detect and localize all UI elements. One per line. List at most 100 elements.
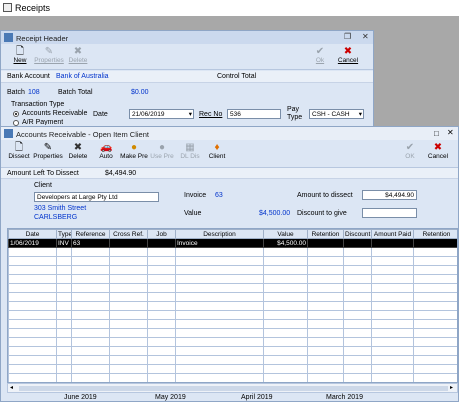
table-cell[interactable] [263, 301, 308, 311]
table-cell[interactable] [147, 364, 176, 374]
table-cell[interactable] [109, 274, 148, 284]
table-cell[interactable] [371, 346, 414, 356]
client-field[interactable]: Developers at Large Pty Ltd [34, 192, 159, 202]
chevron-down-icon[interactable]: ▾ [359, 110, 362, 119]
table-cell[interactable] [109, 301, 148, 311]
table-cell[interactable] [56, 328, 72, 338]
horizontal-scrollbar[interactable]: ◂ ▸ [7, 383, 458, 393]
table-cell[interactable] [307, 337, 344, 347]
table-cell[interactable] [263, 346, 308, 356]
table-cell[interactable] [175, 373, 264, 382]
table-cell[interactable] [8, 319, 57, 329]
table-cell[interactable] [8, 301, 57, 311]
table-cell[interactable] [307, 364, 344, 374]
table-cell[interactable] [71, 319, 110, 329]
date-field[interactable]: 21/06/2019 ▾ [129, 109, 194, 119]
delete-button[interactable]: ✖ Delete [65, 142, 91, 160]
table-row[interactable] [8, 265, 457, 275]
table-cell[interactable] [371, 373, 414, 382]
table-cell[interactable] [371, 274, 414, 284]
table-cell[interactable] [307, 346, 344, 356]
table-cell[interactable] [263, 292, 308, 302]
table-cell[interactable] [371, 265, 414, 275]
table-cell[interactable] [307, 238, 344, 248]
table-cell[interactable] [175, 355, 264, 365]
table-cell[interactable] [307, 247, 344, 257]
ok-button[interactable]: ✔ Ok [307, 46, 333, 64]
table-cell[interactable] [371, 292, 414, 302]
table-cell[interactable] [147, 292, 176, 302]
table-cell[interactable] [71, 346, 110, 356]
table-cell[interactable] [371, 283, 414, 293]
table-cell[interactable] [109, 364, 148, 374]
ar-titlebar[interactable]: Accounts Receivable - Open Item Client □… [1, 127, 458, 140]
table-cell[interactable] [413, 283, 457, 293]
table-cell[interactable] [307, 274, 344, 284]
table-cell[interactable] [263, 247, 308, 257]
col-retention-2[interactable]: Retention [413, 229, 457, 239]
table-cell[interactable] [8, 256, 57, 266]
table-row[interactable] [8, 256, 457, 266]
table-cell[interactable] [147, 310, 176, 320]
table-cell[interactable] [147, 319, 176, 329]
table-cell[interactable] [56, 274, 72, 284]
table-row[interactable] [8, 328, 457, 338]
table-cell[interactable] [263, 310, 308, 320]
table-row[interactable] [8, 247, 457, 257]
table-cell[interactable] [175, 328, 264, 338]
table-cell[interactable] [371, 355, 414, 365]
table-cell[interactable] [371, 310, 414, 320]
table-cell[interactable] [343, 328, 372, 338]
table-cell[interactable] [413, 265, 457, 275]
table-cell[interactable] [307, 301, 344, 311]
col-description[interactable]: Description [175, 229, 264, 239]
table-cell[interactable] [147, 265, 176, 275]
table-cell[interactable] [8, 292, 57, 302]
table-cell[interactable] [263, 283, 308, 293]
new-button[interactable]: 🗋 New [7, 46, 33, 64]
table-cell[interactable] [109, 319, 148, 329]
table-row[interactable] [8, 301, 457, 311]
col-amount-paid[interactable]: Amount Paid [371, 229, 414, 239]
table-cell[interactable] [175, 256, 264, 266]
table-cell[interactable] [56, 310, 72, 320]
table-cell[interactable] [413, 355, 457, 365]
table-cell[interactable] [371, 337, 414, 347]
table-cell[interactable] [71, 274, 110, 284]
table-cell[interactable] [371, 328, 414, 338]
table-cell[interactable]: Invoice [175, 238, 264, 248]
table-cell[interactable] [413, 337, 457, 347]
col-type[interactable]: Type [56, 229, 72, 239]
bank-account-value[interactable]: Bank of Australia [56, 73, 109, 80]
table-cell[interactable] [263, 337, 308, 347]
properties-button[interactable]: ✎ Properties [33, 142, 63, 160]
table-cell[interactable] [71, 283, 110, 293]
use-pre-button[interactable]: ● Use Pre [149, 142, 175, 160]
table-cell[interactable] [343, 346, 372, 356]
table-cell[interactable] [147, 283, 176, 293]
table-cell[interactable] [413, 364, 457, 374]
table-cell[interactable]: 1/06/2019 [8, 238, 57, 248]
col-retention[interactable]: Retention [307, 229, 344, 239]
radio-accounts-receivable[interactable] [13, 111, 19, 117]
table-cell[interactable] [109, 373, 148, 382]
table-cell[interactable] [109, 292, 148, 302]
close-icon[interactable]: ✕ [362, 32, 369, 41]
properties-button[interactable]: ✎ Properties [34, 46, 64, 64]
col-job[interactable]: Job [147, 229, 176, 239]
table-row[interactable] [8, 355, 457, 365]
client-button[interactable]: ♦ Client [204, 142, 230, 160]
table-row[interactable] [8, 337, 457, 347]
receipt-header-titlebar[interactable]: Receipt Header ❐ ✕ [1, 31, 373, 44]
table-cell[interactable] [413, 328, 457, 338]
table-cell[interactable] [109, 337, 148, 347]
table-cell[interactable] [109, 283, 148, 293]
table-cell[interactable] [147, 373, 176, 382]
table-cell[interactable] [371, 364, 414, 374]
table-cell[interactable] [307, 355, 344, 365]
table-cell[interactable] [71, 364, 110, 374]
table-cell[interactable] [71, 256, 110, 266]
table-cell[interactable] [413, 310, 457, 320]
table-cell[interactable] [71, 247, 110, 257]
table-cell[interactable] [8, 364, 57, 374]
